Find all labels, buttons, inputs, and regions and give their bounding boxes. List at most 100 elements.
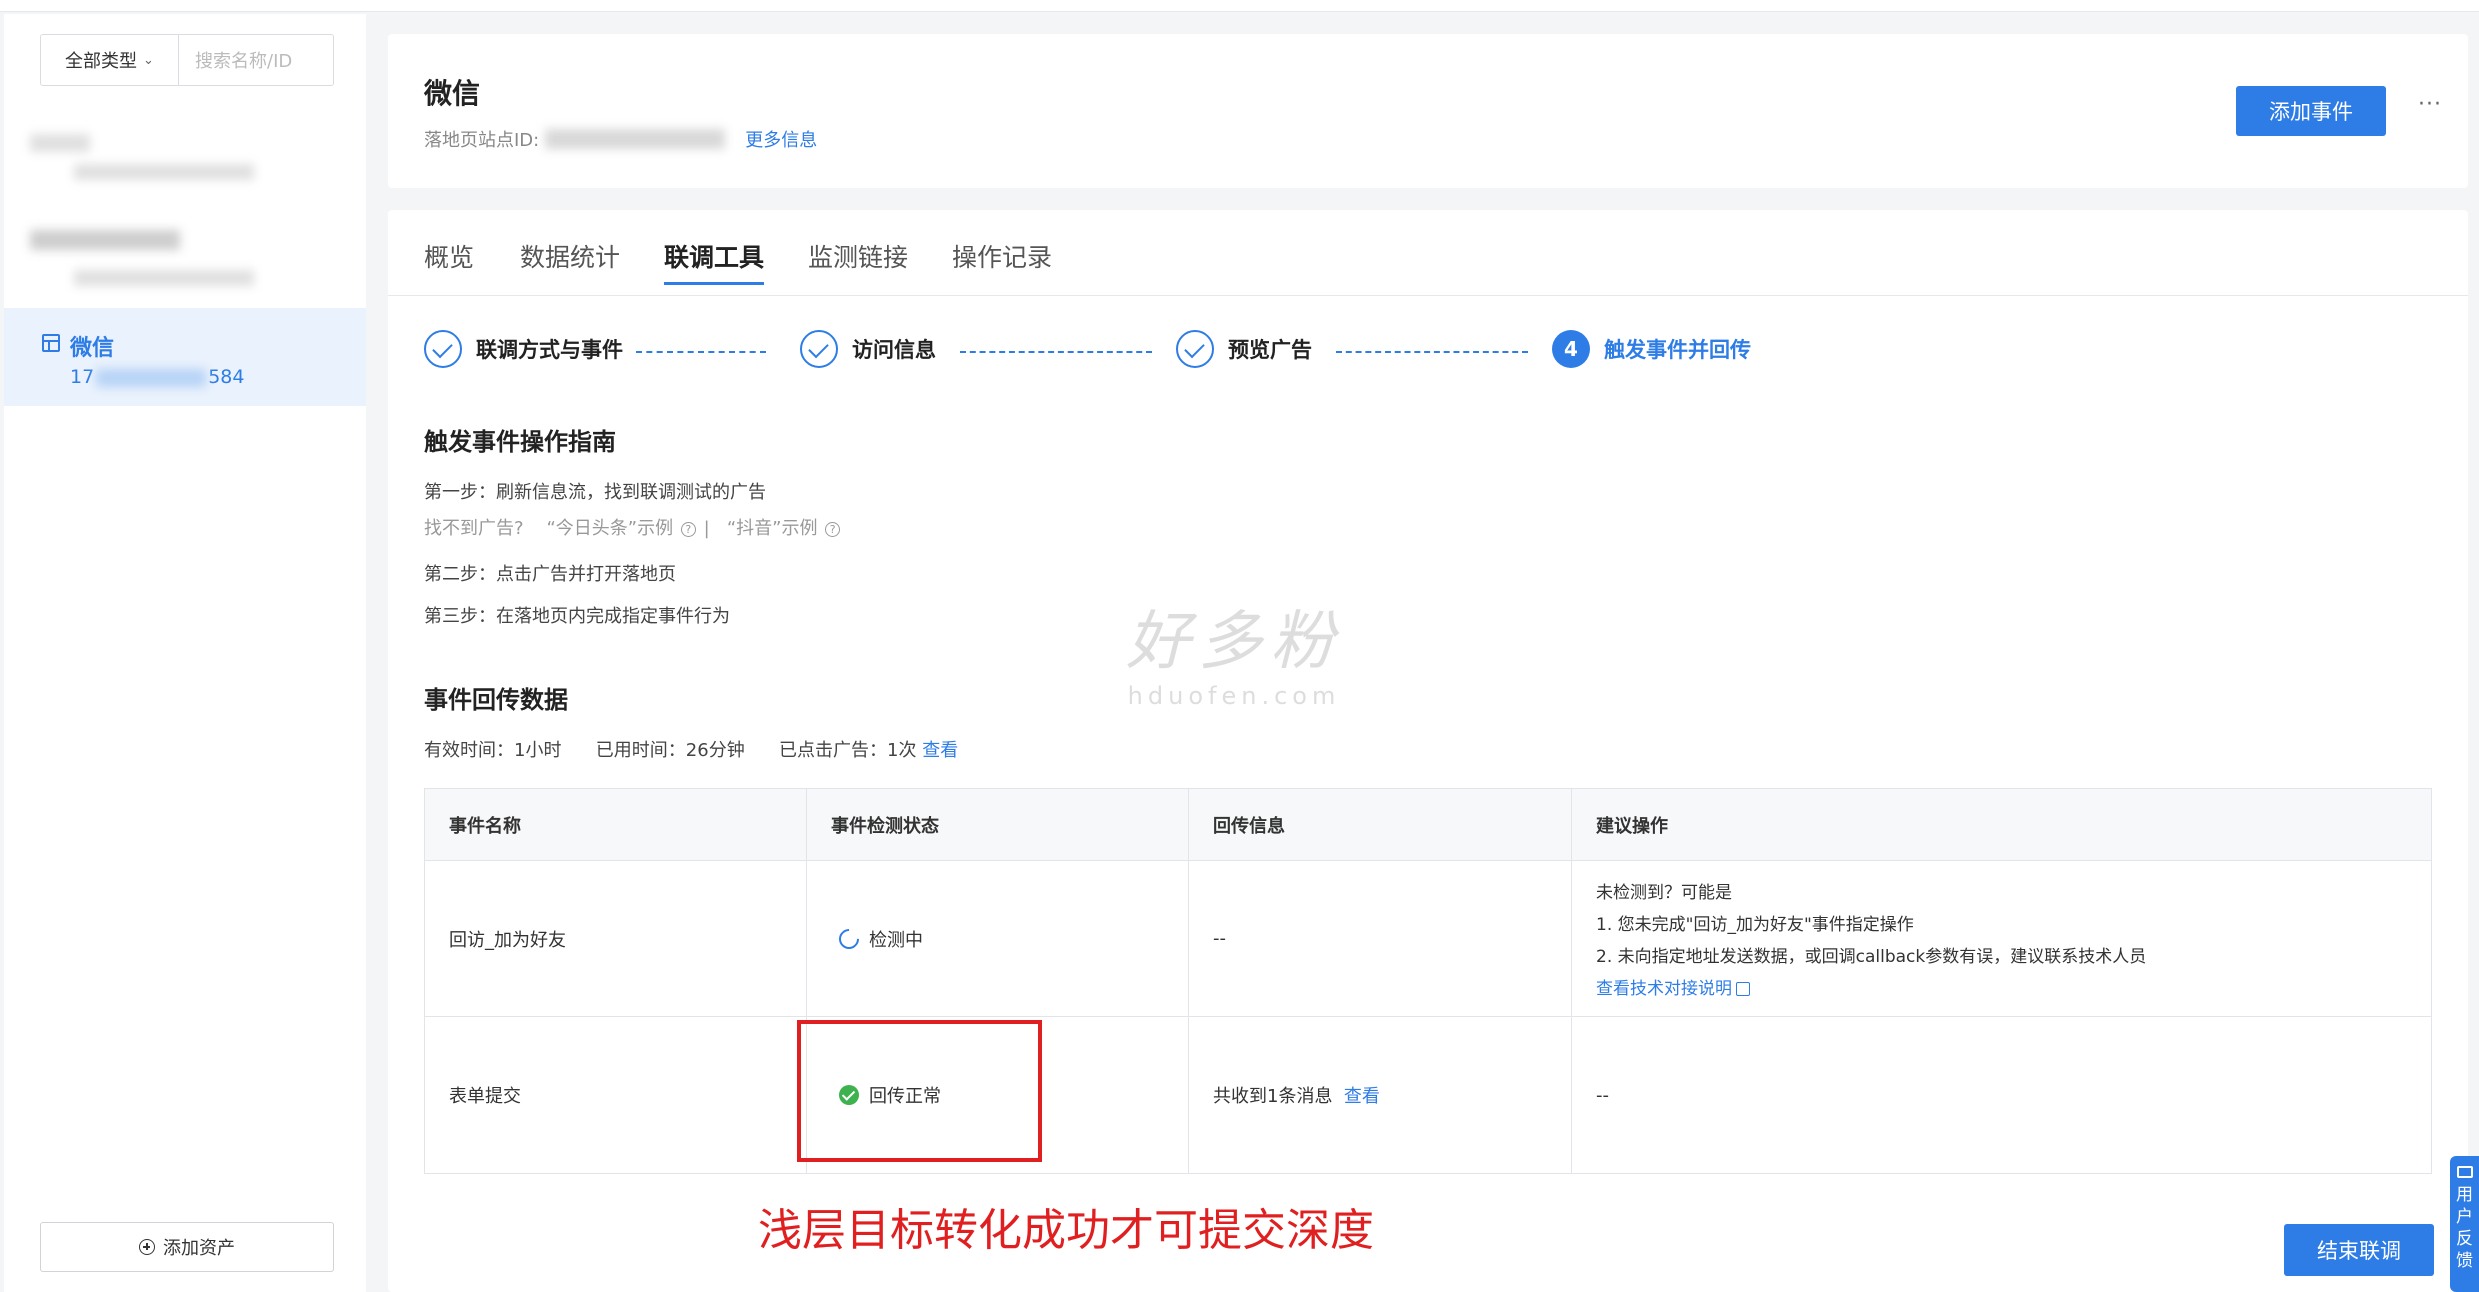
step-4: 4 触发事件并回传 <box>1552 330 1751 368</box>
tech-doc-link[interactable]: 查看技术对接说明 <box>1596 974 1750 999</box>
check-circle-icon <box>424 330 462 368</box>
annotation-caption: 浅层目标转化成功才可提交深度 <box>758 1205 1374 1256</box>
question-icon[interactable]: ? <box>680 521 696 537</box>
step-label: 访问信息 <box>852 338 936 362</box>
step-label: 联调方式与事件 <box>476 338 623 362</box>
add-event-button[interactable]: 添加事件 <box>2236 86 2386 136</box>
step-3: 预览广告 <box>1176 330 1312 368</box>
message-count: 共收到1条消息 <box>1213 1086 1333 1107</box>
step-connector <box>1336 351 1528 353</box>
guide-title: 触发事件操作指南 <box>424 428 616 456</box>
guide-step-3: 第三步：在落地页内完成指定事件行为 <box>424 606 730 627</box>
tech-doc-label: 查看技术对接说明 <box>1596 979 1732 999</box>
status-text: 检测中 <box>869 929 923 951</box>
tab-statistics[interactable]: 数据统计 <box>520 238 620 274</box>
watermark: 好多粉 hduofen.com <box>1126 590 1342 710</box>
step-label: 触发事件并回传 <box>1604 338 1751 362</box>
step-2: 访问信息 <box>800 330 936 368</box>
hint-prefix: 找不到广告? <box>424 518 524 539</box>
check-circle-icon <box>800 330 838 368</box>
asset-sidebar: 全部类型 ⌄ 搜索名称/ID 微信 17 584 添加资产 <box>4 14 366 1292</box>
more-info-link[interactable]: 更多信息 <box>745 126 817 152</box>
guide-step-1: 第一步：刷新信息流，找到联调测试的广告 <box>424 482 766 503</box>
column-header: 事件名称 <box>425 789 807 860</box>
more-menu-icon[interactable]: ··· <box>2418 92 2442 117</box>
id-suffix: 584 <box>208 366 245 388</box>
douyin-example-link[interactable]: “抖音”示例 <box>727 518 818 539</box>
annotation-highlight-box <box>797 1020 1042 1162</box>
id-prefix: 17 <box>70 366 95 388</box>
sidebar-item-asset-2[interactable] <box>4 214 366 298</box>
column-header: 建议操作 <box>1596 815 1668 837</box>
step-connector <box>960 351 1152 353</box>
sidebar-item-wechat[interactable]: 微信 17 584 <box>4 308 366 406</box>
hint-separator: | <box>703 518 710 539</box>
site-id-label: 落地页站点ID: <box>424 130 540 151</box>
suggest-item: 1. 您未完成"回访_加为好友"事件指定操作 <box>1596 915 1914 935</box>
chat-icon <box>2456 1166 2473 1178</box>
valid-time: 有效时间：1小时 <box>424 740 562 761</box>
clicked-count: 已点击广告：1次 <box>779 740 917 761</box>
main-panel: 概览 数据统计 联调工具 监测链接 操作记录 联调方式与事件 访问信息 预览广告… <box>388 210 2468 1292</box>
view-clicks-link[interactable]: 查看 <box>922 740 958 761</box>
feedback-button[interactable]: 用 户 反 馈 <box>2450 1156 2479 1292</box>
table-row: 表单提交 回传正常 共收到1条消息 查看 -- <box>425 1017 2431 1173</box>
watermark-url: hduofen.com <box>1127 682 1341 710</box>
step-number: 4 <box>1552 330 1590 368</box>
event-data-meta: 有效时间：1小时 已用时间：26分钟 已点击广告：1次 查看 <box>424 736 958 762</box>
feedback-char: 馈 <box>2456 1251 2473 1271</box>
column-header: 事件检测状态 <box>807 789 1189 860</box>
guide-step-2: 第二步：点击广告并打开落地页 <box>424 564 676 585</box>
redacted-id <box>96 368 207 387</box>
step-label: 预览广告 <box>1228 338 1312 362</box>
sidebar-item-asset-1[interactable] <box>4 124 366 204</box>
question-icon[interactable]: ? <box>825 521 841 537</box>
layout-icon <box>42 334 60 352</box>
table-header: 事件名称 事件检测状态 回传信息 建议操作 <box>425 789 2431 861</box>
callback-info: 共收到1条消息 查看 <box>1189 1017 1572 1173</box>
event-name: 表单提交 <box>425 1017 807 1173</box>
site-id-row: 落地页站点ID: 更多信息 <box>424 126 817 152</box>
sidebar-item-label: 微信 <box>70 336 115 361</box>
feedback-char: 用 <box>2456 1185 2473 1205</box>
add-asset-button[interactable]: 添加资产 <box>40 1222 334 1272</box>
plus-circle-icon <box>139 1239 155 1255</box>
tab-debug-tool[interactable]: 联调工具 <box>664 238 765 285</box>
step-connector <box>636 351 766 353</box>
event-name: 回访_加为好友 <box>425 861 807 1016</box>
suggest-item: 2. 未向指定地址发送数据，或回调callback参数有误，建议联系技术人员 <box>1596 947 2147 967</box>
search-input[interactable]: 搜索名称/ID <box>179 35 333 85</box>
tab-operation-log[interactable]: 操作记录 <box>952 238 1052 274</box>
suggestion: 未检测到？可能是 1. 您未完成"回访_加为好友"事件指定操作 2. 未向指定地… <box>1572 861 2431 1016</box>
event-table: 事件名称 事件检测状态 回传信息 建议操作 回访_加为好友 检测中 -- 未检测… <box>424 788 2432 1174</box>
sidebar-item-id: 17 584 <box>70 366 244 388</box>
used-time: 已用时间：26分钟 <box>595 740 745 761</box>
add-asset-label: 添加资产 <box>163 1238 235 1259</box>
check-circle-icon <box>1176 330 1214 368</box>
chevron-down-icon: ⌄ <box>143 52 154 68</box>
redacted-site-id <box>545 129 726 149</box>
tab-bar: 概览 数据统计 联调工具 监测链接 操作记录 <box>388 210 2468 296</box>
top-bar <box>0 0 2479 12</box>
asset-header: 微信 落地页站点ID: 更多信息 添加事件 ··· <box>388 34 2468 188</box>
suggestion: -- <box>1596 1084 1609 1106</box>
guide-hint: 找不到广告? “今日头条”示例 ? | “抖音”示例 ? <box>424 514 842 540</box>
watermark-logo: 好多粉 <box>1126 605 1342 679</box>
tab-overview[interactable]: 概览 <box>424 238 474 274</box>
external-link-icon <box>1736 982 1750 996</box>
feedback-char: 反 <box>2456 1229 2473 1249</box>
event-status: 检测中 <box>807 861 1189 1016</box>
type-select-label: 全部类型 <box>65 51 138 72</box>
suggest-title: 未检测到？可能是 <box>1596 883 1732 903</box>
tab-monitor-link[interactable]: 监测链接 <box>808 238 908 274</box>
end-debug-button[interactable]: 结束联调 <box>2284 1224 2434 1276</box>
column-header: 回传信息 <box>1189 789 1572 860</box>
toutiao-example-link[interactable]: “今日头条”示例 <box>546 518 673 539</box>
feedback-char: 户 <box>2456 1207 2473 1227</box>
loading-icon <box>834 924 864 953</box>
type-select[interactable]: 全部类型 ⌄ <box>41 35 179 85</box>
page-title: 微信 <box>424 77 481 110</box>
asset-filter: 全部类型 ⌄ 搜索名称/ID <box>40 34 334 86</box>
event-data-title: 事件回传数据 <box>424 686 568 714</box>
view-message-link[interactable]: 查看 <box>1344 1082 1380 1108</box>
